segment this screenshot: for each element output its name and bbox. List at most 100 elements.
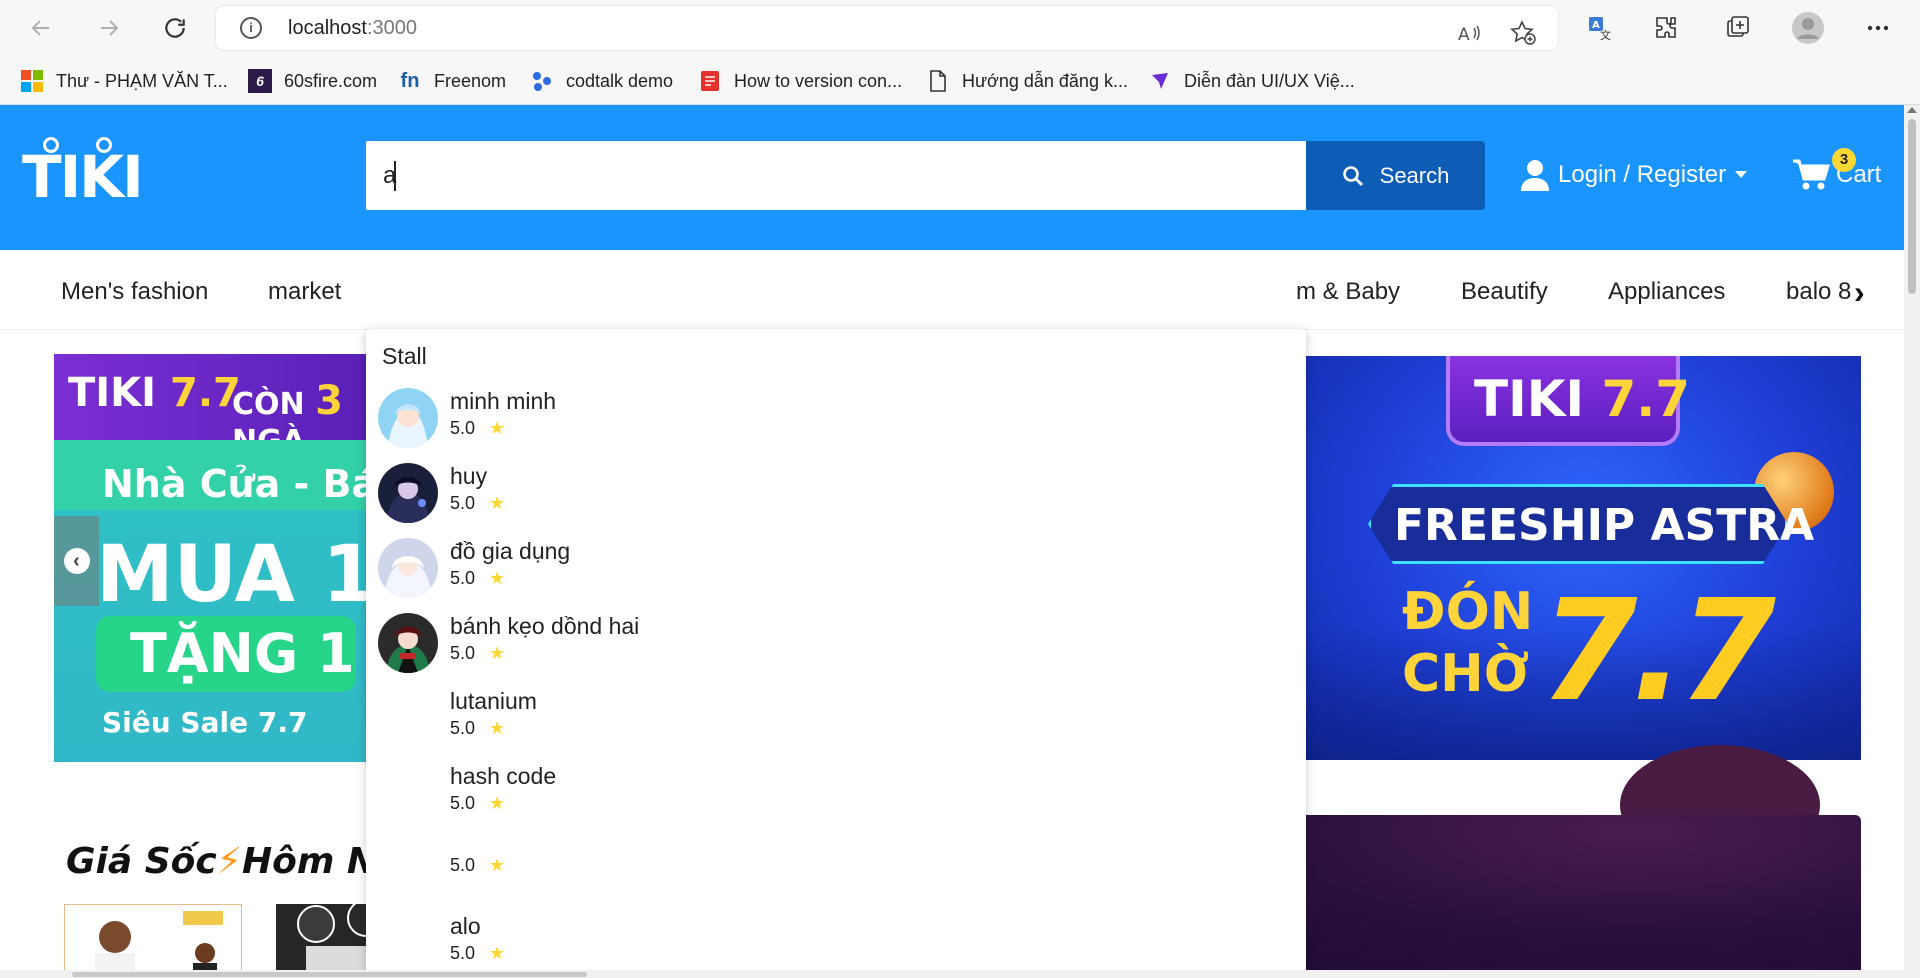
suggestion-item[interactable]: lutanium 5.0 ★ — [366, 682, 1306, 757]
suggestion-item[interactable]: alo 5.0 ★ — [366, 907, 1306, 978]
category-item[interactable]: Appliances — [1608, 278, 1725, 306]
search-icon — [1342, 165, 1363, 186]
suggestion-rating: 5.0 ★ — [450, 718, 506, 738]
more-icon[interactable] — [1862, 12, 1894, 44]
suggestion-rating: 5.0 ★ — [450, 493, 506, 513]
chevron-left-icon: ‹ — [63, 548, 90, 574]
avatar — [378, 538, 438, 598]
site-header: TIKI Search Login / Register Cart 3 — [0, 105, 1904, 250]
avatar — [378, 613, 438, 673]
microsoft-icon — [20, 69, 44, 93]
category-item[interactable]: Beautify — [1461, 278, 1548, 306]
category-item[interactable]: m & Baby — [1296, 278, 1400, 306]
logo-dot-icon — [96, 137, 112, 153]
star-icon: ★ — [489, 418, 506, 438]
freenom-icon: fn — [400, 69, 420, 92]
star-icon: ★ — [489, 793, 506, 813]
url-text[interactable]: localhost:3000 — [288, 17, 417, 40]
info-icon[interactable]: i — [240, 17, 262, 39]
suggestion-name: minh minh — [450, 388, 557, 414]
address-bar[interactable]: i localhost:3000 A — [216, 6, 1558, 50]
chevron-right-icon[interactable]: › — [1854, 274, 1865, 311]
suggestion-name: bánh kẹo dồnd hai — [450, 613, 640, 639]
bookmark-item[interactable]: 6 60sfire.com — [248, 67, 377, 95]
60sfire-icon: 6 — [248, 69, 272, 93]
banner-text-don: ĐÓN — [1402, 582, 1534, 642]
vertical-scrollbar[interactable] — [1904, 105, 1920, 978]
bookmark-item[interactable]: fn Freenom — [398, 67, 506, 95]
suggestion-rating: 5.0 ★ — [450, 943, 506, 963]
suggestion-rating: 5.0 ★ — [450, 855, 506, 875]
avatar — [378, 388, 438, 448]
category-item[interactable]: balo 8 — [1786, 278, 1851, 306]
banner-offer: MUA 1 — [96, 530, 366, 620]
search-input[interactable] — [366, 141, 1306, 210]
login-register-link[interactable]: Login / Register — [1520, 157, 1748, 193]
logo-dot-icon — [43, 137, 59, 153]
forum-icon — [1148, 69, 1172, 93]
forward-icon[interactable] — [92, 11, 126, 45]
banner-text-cho: CHỜ — [1402, 644, 1530, 704]
cart-link[interactable]: Cart 3 — [1792, 148, 1881, 197]
suggestion-item[interactable]: huy 5.0 ★ — [366, 457, 1306, 532]
banner-offer-gift: TẶNG 1 — [130, 622, 355, 685]
suggestion-rating: 5.0 ★ — [450, 418, 506, 438]
read-aloud-icon[interactable]: A — [1456, 20, 1482, 46]
refresh-icon[interactable] — [158, 11, 192, 45]
caret-down-icon — [1735, 171, 1748, 178]
pdf-icon — [698, 69, 722, 93]
bookmark-item[interactable]: Diễn đàn UI/UX Việ... — [1148, 67, 1355, 95]
scroll-up-icon[interactable] — [1907, 107, 1917, 113]
search-suggestions-dropdown: Stall minh minh 5.0 ★ huy 5.0 ★ đồ gia d… — [366, 329, 1306, 978]
search-button[interactable]: Search — [1306, 141, 1485, 210]
svg-text:A: A — [1458, 25, 1470, 44]
suggestion-item[interactable]: đồ gia dụng 5.0 ★ — [366, 532, 1306, 607]
suggestion-item[interactable]: 5.0 ★ — [366, 819, 1306, 894]
bookmark-item[interactable]: How to version con... — [698, 67, 902, 95]
suggestion-name: alo — [450, 913, 481, 939]
bookmark-item[interactable]: codtalk demo — [530, 67, 673, 95]
banner-logo: TIKI 7.7 — [68, 370, 241, 416]
category-item[interactable]: market — [268, 278, 341, 306]
suggestion-name: hash code — [450, 763, 557, 789]
banner-logo: TIKI 7.7 — [1474, 370, 1691, 428]
browser-toolbar: i localhost:3000 A A文 — [0, 0, 1920, 57]
extensions-icon[interactable] — [1650, 12, 1682, 44]
banner-freeship: FREESHIP ASTRA — [1394, 500, 1815, 551]
horizontal-scrollbar[interactable] — [0, 970, 1904, 978]
suggestions-heading: Stall — [382, 343, 427, 369]
svg-text:文: 文 — [1600, 28, 1611, 41]
translate-icon[interactable]: A文 — [1584, 12, 1616, 44]
suggestion-item[interactable]: minh minh 5.0 ★ — [366, 382, 1306, 457]
bookmarks-bar: Thư - PHẠM VĂN T... 6 60sfire.com fn Freen… — [0, 57, 1920, 105]
slider-prev-button[interactable]: ‹ — [54, 516, 99, 606]
deals-title: Giá Sốc⚡Hôm Na — [66, 841, 402, 882]
star-icon: ★ — [489, 718, 506, 738]
bookmark-item[interactable]: Hướng dẫn đăng k... — [926, 67, 1128, 95]
add-favorite-icon[interactable] — [1510, 20, 1536, 46]
star-icon: ★ — [489, 493, 506, 513]
product-thumbnail[interactable] — [64, 904, 242, 978]
back-icon[interactable] — [24, 11, 58, 45]
star-icon: ★ — [489, 943, 506, 963]
scrollbar-thumb[interactable] — [72, 972, 587, 977]
star-icon: ★ — [489, 643, 506, 663]
bookmark-item[interactable]: Thư - PHẠM VĂN T... — [20, 67, 228, 95]
collections-icon[interactable] — [1722, 12, 1754, 44]
star-icon: ★ — [489, 568, 506, 588]
suggestion-name: lutanium — [450, 688, 537, 714]
tiki-logo[interactable]: TIKI — [22, 137, 144, 207]
document-icon — [926, 69, 950, 93]
suggestion-name: huy — [450, 463, 488, 489]
scrollbar-thumb[interactable] — [1908, 119, 1916, 294]
promo-banner-left[interactable]: TIKI 7.7 CÒN 3 NGÀ Nhà Cửa - Bách MUA 1 … — [54, 354, 366, 762]
promo-banner-right[interactable]: TIKI 7.7 FREESHIP ASTRA ĐÓN CHỜ 7.7 — [1306, 356, 1861, 760]
suggestion-item[interactable]: bánh kẹo dồnd hai 5.0 ★ — [366, 607, 1306, 682]
category-item[interactable]: Men's fashion — [61, 278, 208, 306]
cart-count-badge: 3 — [1832, 148, 1856, 172]
star-icon: ★ — [489, 855, 506, 875]
user-icon — [1521, 160, 1549, 191]
suggestion-rating: 5.0 ★ — [450, 643, 506, 663]
codtalk-icon — [530, 69, 554, 93]
profile-icon[interactable] — [1792, 12, 1824, 44]
